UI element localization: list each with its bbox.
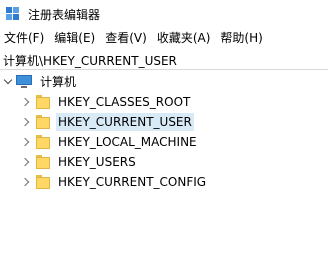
tree-item-label: HKEY_CLASSES_ROOT: [58, 95, 191, 109]
tree-item-hkey-local-machine[interactable]: HKEY_LOCAL_MACHINE: [20, 132, 199, 152]
tree-item-hkey-users[interactable]: HKEY_USERS: [20, 152, 138, 172]
menu-bar: 文件(F) 编辑(E) 查看(V) 收藏夹(A) 帮助(H): [0, 28, 328, 48]
tree-item-label: HKEY_USERS: [58, 155, 136, 169]
tree-item-hkey-current-config[interactable]: HKEY_CURRENT_CONFIG: [20, 172, 208, 192]
window-title: 注册表编辑器: [28, 7, 101, 22]
address-bar[interactable]: 计算机\HKEY_CURRENT_USER: [0, 50, 328, 70]
tree-item-label: HKEY_CURRENT_CONFIG: [58, 175, 207, 189]
tree-item-hkey-current-user[interactable]: HKEY_CURRENT_USER: [20, 112, 194, 132]
tree-item-hkey-classes-root[interactable]: HKEY_CLASSES_ROOT: [20, 92, 192, 112]
folder-icon: [36, 115, 50, 129]
registry-editor-icon: [6, 7, 20, 21]
chevron-right-icon[interactable]: [20, 152, 32, 172]
computer-icon: [16, 75, 32, 89]
chevron-right-icon[interactable]: [20, 92, 32, 112]
menu-favorites[interactable]: 收藏夹(A): [152, 28, 216, 48]
tree-item-label: HKEY_CURRENT_USER: [56, 113, 194, 131]
menu-help[interactable]: 帮助(H): [215, 28, 267, 48]
chevron-right-icon[interactable]: [20, 172, 32, 192]
address-path[interactable]: 计算机\HKEY_CURRENT_USER: [3, 52, 177, 69]
tree-item-label: HKEY_LOCAL_MACHINE: [58, 135, 197, 149]
tree-root-label: 计算机: [40, 75, 77, 89]
chevron-right-icon[interactable]: [20, 132, 32, 152]
tree-root-computer[interactable]: 计算机: [2, 72, 78, 92]
menu-edit[interactable]: 编辑(E): [49, 28, 100, 48]
chevron-right-icon[interactable]: [20, 112, 32, 132]
folder-icon: [36, 175, 50, 189]
folder-icon: [36, 155, 50, 169]
menu-view[interactable]: 查看(V): [100, 28, 152, 48]
menu-file[interactable]: 文件(F): [0, 28, 49, 48]
chevron-down-icon[interactable]: [2, 72, 14, 92]
folder-icon: [36, 95, 50, 109]
title-bar: 注册表编辑器: [0, 0, 328, 28]
folder-icon: [36, 135, 50, 149]
